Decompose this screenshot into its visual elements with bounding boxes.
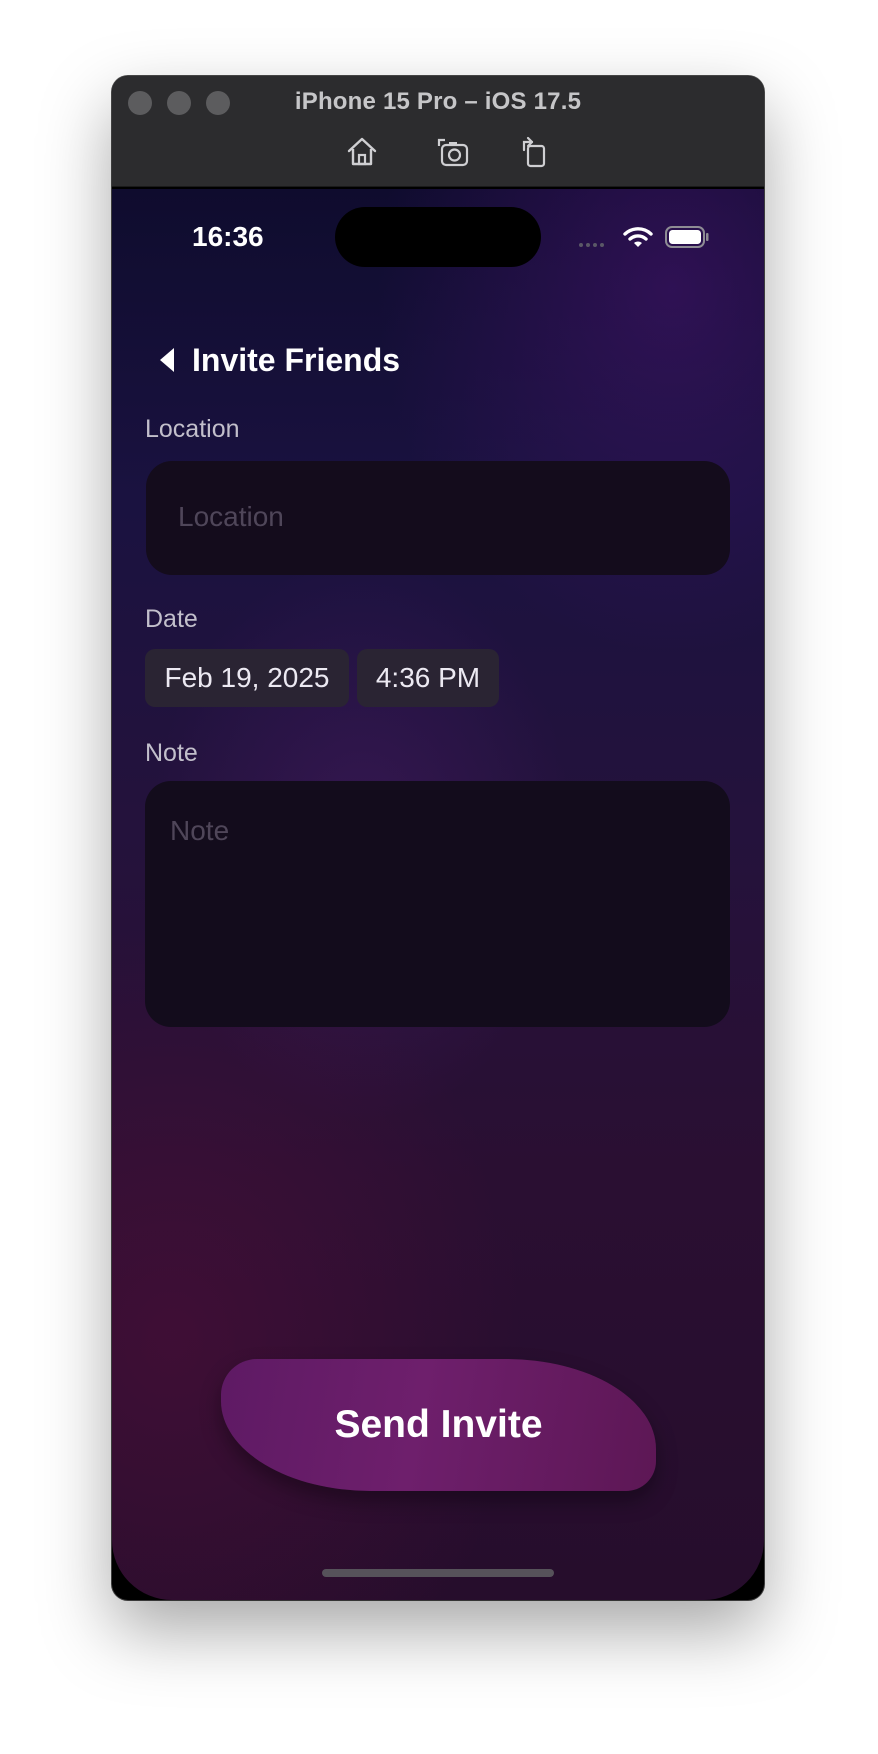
date-label: Date	[145, 605, 198, 633]
home-icon[interactable]	[344, 134, 380, 170]
date-picker-button[interactable]: Feb 19, 2025	[145, 649, 349, 707]
send-invite-button[interactable]: Send Invite	[221, 1359, 656, 1491]
note-label: Note	[145, 739, 198, 767]
screenshot-icon[interactable]	[435, 134, 471, 170]
dynamic-island	[335, 207, 541, 267]
note-placeholder: Note	[170, 815, 230, 846]
location-input[interactable]: Location	[146, 461, 730, 575]
location-label: Location	[145, 415, 240, 443]
phone-screen: 16:36 Invite Friends Location Location D…	[112, 189, 764, 1600]
location-placeholder: Location	[178, 501, 284, 532]
rotate-icon[interactable]	[515, 134, 551, 170]
simulator-titlebar: iPhone 15 Pro – iOS 17.5	[112, 76, 764, 187]
page-title: Invite Friends	[192, 341, 401, 378]
simulator-window: iPhone 15 Pro – iOS 17.5 16:36 Invite Fr…	[112, 76, 764, 1600]
window-title: iPhone 15 Pro – iOS 17.5	[294, 88, 582, 115]
battery-icon	[665, 226, 709, 248]
note-textarea[interactable]: Note	[145, 781, 730, 1027]
wifi-icon	[623, 227, 653, 247]
status-time: 16:36	[192, 221, 264, 252]
home-indicator[interactable]	[322, 1569, 554, 1577]
chevron-left-icon	[160, 348, 174, 372]
back-button[interactable]: Invite Friends	[146, 335, 446, 385]
time-picker-button[interactable]: 4:36 PM	[357, 649, 499, 707]
